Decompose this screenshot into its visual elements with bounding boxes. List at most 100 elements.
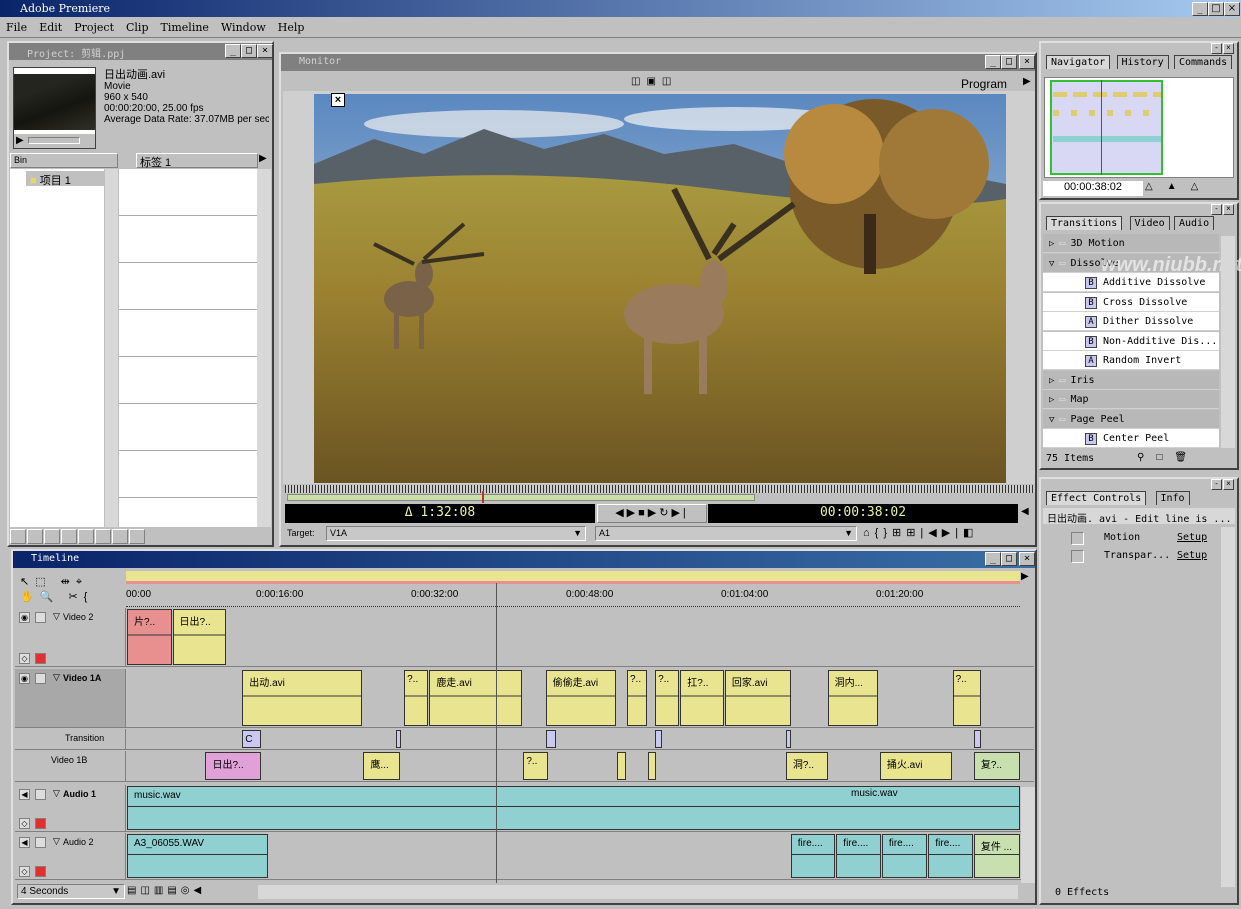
close-button[interactable]: × xyxy=(1223,43,1234,54)
timeline-clip[interactable]: 扛?.. xyxy=(680,670,724,726)
navigator-overview[interactable] xyxy=(1044,77,1234,178)
rubberband-icon[interactable] xyxy=(35,866,46,877)
target-audio-select[interactable]: A1 ▼ xyxy=(595,526,857,541)
expanded-triangle-icon[interactable]: ▽ xyxy=(53,836,60,847)
minimize-button[interactable]: _ xyxy=(1192,2,1208,16)
maximize-button[interactable]: □ xyxy=(241,44,257,58)
tab-transitions[interactable]: Transitions xyxy=(1046,216,1123,230)
timeline-clip[interactable]: A3_06055.WAV xyxy=(127,834,269,878)
timeline-title-bar[interactable]: Timeline _ □ × xyxy=(13,551,1035,568)
minimize-button[interactable]: _ xyxy=(225,44,241,58)
expanded-triangle-icon[interactable]: ▽ xyxy=(1049,415,1054,425)
transport-controls[interactable]: ◀▶■▶↻▶| xyxy=(597,504,707,523)
timeline-clip[interactable]: ?.. xyxy=(655,670,680,726)
audio-icon[interactable]: ◀ xyxy=(1021,506,1029,517)
close-icon[interactable]: × xyxy=(331,93,345,107)
speaker-icon[interactable]: ◀ xyxy=(19,837,30,848)
transition-item[interactable]: B Cross Dissolve xyxy=(1043,292,1219,312)
timeline-clip[interactable]: 片?.. xyxy=(127,609,172,665)
timeline-tools[interactable]: ↖⬚ ⇹⌖ ✋🔍 ✂{ xyxy=(16,573,124,607)
expanded-triangle-icon[interactable]: ▽ xyxy=(1049,259,1054,269)
tab-history[interactable]: History xyxy=(1116,55,1169,69)
lock-toggle[interactable] xyxy=(35,837,46,848)
minimize-button[interactable]: - xyxy=(1211,204,1222,215)
transition-item[interactable]: B Center Peel xyxy=(1043,429,1219,448)
view-mode-buttons[interactable]: ◫▣◫ xyxy=(631,76,677,87)
tab-video[interactable]: Video xyxy=(1129,216,1170,230)
find-button[interactable] xyxy=(10,529,26,544)
timeline-clip[interactable]: ?.. xyxy=(952,670,981,726)
tab-commands[interactable]: Commands xyxy=(1174,55,1233,69)
timeline-clip[interactable]: fire.... xyxy=(836,834,881,878)
rubberband-icon[interactable] xyxy=(35,818,46,829)
timeline-clip[interactable] xyxy=(545,730,557,748)
keyframe-icon[interactable]: ◇ xyxy=(19,653,30,664)
timeline-clip[interactable]: 洞内... xyxy=(827,670,878,726)
tab-audio[interactable]: Audio xyxy=(1174,216,1215,230)
minimize-button[interactable]: _ xyxy=(985,55,1001,69)
keyframe-icon[interactable]: ◇ xyxy=(19,818,30,829)
close-button[interactable]: × xyxy=(1019,55,1035,69)
effect-enable-checkbox[interactable] xyxy=(1071,532,1084,545)
current-timecode[interactable]: 00:00:38:02 xyxy=(708,504,1018,523)
thumbnail-scrubber[interactable] xyxy=(28,137,80,144)
project-title-bar[interactable]: Project: 剪辑.ppj _ □ × xyxy=(9,43,273,60)
navigator-timecode[interactable]: 00:00:38:02 xyxy=(1043,181,1143,196)
bin-item[interactable]: ■ 项目 1 xyxy=(26,171,104,187)
tab-effect-controls[interactable]: Effect Controls xyxy=(1046,491,1147,505)
lock-toggle[interactable] xyxy=(35,789,46,800)
maximize-button[interactable]: □ xyxy=(1208,2,1224,16)
minimize-button[interactable]: - xyxy=(1211,479,1222,490)
delete-button[interactable] xyxy=(61,529,77,544)
timeline-clip[interactable] xyxy=(617,752,627,780)
close-button[interactable]: × xyxy=(1223,479,1234,490)
timeline-hscrollbar[interactable] xyxy=(258,885,1018,899)
transition-folder[interactable]: ▷ ▭ Map xyxy=(1043,390,1219,409)
timeline-clip[interactable]: C xyxy=(242,730,261,748)
in-out-range[interactable] xyxy=(287,494,755,501)
keyframe-icon[interactable]: ◇ xyxy=(19,866,30,877)
timeline-clip[interactable] xyxy=(396,730,402,748)
timeline-clip[interactable]: ?.. xyxy=(404,670,429,726)
rubberband-icon[interactable] xyxy=(35,653,46,664)
timeline-vscrollbar[interactable] xyxy=(1021,787,1035,883)
timeline-clip[interactable]: 洞?.. xyxy=(785,752,828,780)
timeline-option-buttons[interactable]: ▤◫▥▤◎◀ xyxy=(127,885,205,896)
collapsed-triangle-icon[interactable]: ▷ xyxy=(1049,395,1054,405)
close-button[interactable]: × xyxy=(1224,2,1240,16)
timeline-clip[interactable]: fire.... xyxy=(928,834,973,878)
timeline-clip[interactable] xyxy=(655,730,662,748)
transition-item[interactable]: A Dither Dissolve xyxy=(1043,312,1219,331)
expanded-triangle-icon[interactable]: ▽ xyxy=(53,672,60,683)
transition-folder[interactable]: ▽ ▭ Page Peel xyxy=(1043,409,1219,429)
maximize-button[interactable]: □ xyxy=(1001,552,1017,566)
tab-navigator[interactable]: Navigator xyxy=(1046,55,1111,69)
timeline-clip[interactable]: 出动.avi xyxy=(242,670,363,726)
expanded-triangle-icon[interactable]: ▽ xyxy=(53,611,60,622)
time-zoom-select[interactable]: 4 Seconds ▼ xyxy=(17,884,125,899)
timeline-clip[interactable]: 日出?.. xyxy=(205,752,261,780)
bin-scrollbar[interactable] xyxy=(105,169,118,527)
clip-list-scrollbar[interactable] xyxy=(257,169,271,527)
transition-item[interactable]: A Random Invert xyxy=(1043,351,1219,370)
menu-help[interactable]: Help xyxy=(272,18,311,34)
menu-project[interactable]: Project xyxy=(68,18,120,34)
monitor-title-bar[interactable]: Monitor _ □ × xyxy=(281,54,1035,71)
lock-toggle[interactable] xyxy=(35,673,46,684)
time-ruler[interactable]: 00:00 0:00:16:00 0:00:32:00 0:00:48:00 0:01:… xyxy=(126,585,1020,607)
play-icon[interactable]: ▶ xyxy=(16,135,24,146)
close-button[interactable]: × xyxy=(1019,552,1035,566)
label-column-header[interactable]: 标签 1 xyxy=(136,153,258,169)
timeline-clip[interactable]: 回家.avi xyxy=(724,670,791,726)
close-button[interactable]: × xyxy=(257,44,273,58)
work-area-bar[interactable] xyxy=(126,571,1020,581)
timeline-clip[interactable]: 日出?.. xyxy=(172,609,226,665)
lock-toggle[interactable] xyxy=(35,612,46,623)
timeline-clip[interactable]: ?.. xyxy=(523,752,548,780)
scroll-left-button[interactable] xyxy=(129,529,145,544)
menu-clip[interactable]: Clip xyxy=(120,18,155,34)
find-folder-delete-buttons[interactable]: ⚲□🗑 xyxy=(1137,452,1199,463)
timeline-clip[interactable]: ?.. xyxy=(627,670,648,726)
transition-folder[interactable]: ▷ ▭ 3D Motion xyxy=(1043,234,1219,253)
eye-icon[interactable]: ◉ xyxy=(19,612,30,623)
